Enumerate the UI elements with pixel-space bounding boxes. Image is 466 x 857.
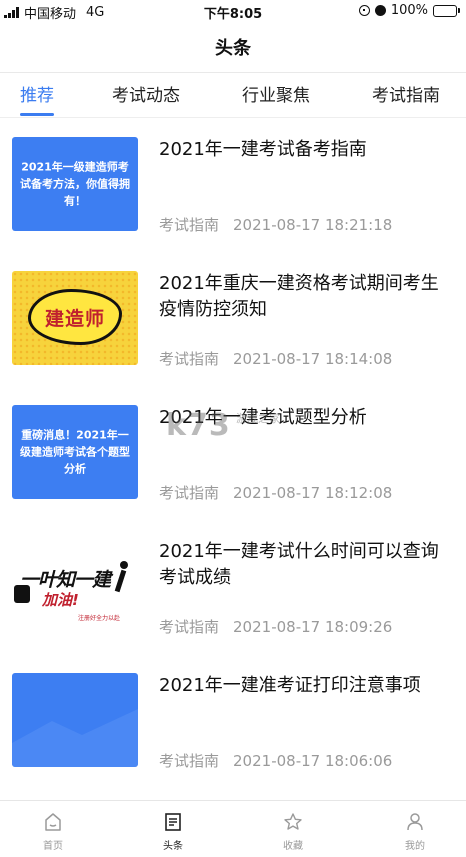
bottom-tab-news[interactable]: 头条 <box>143 811 203 852</box>
article-meta: 考试指南 2021-08-17 18:21:18 <box>159 214 392 235</box>
watermark-subtext: 游戏之家 <box>236 412 280 425</box>
tab-recommend[interactable]: 推荐 <box>20 81 54 106</box>
nav-bar: 头条 <box>0 22 466 72</box>
article-item[interactable]: 2021年一建准考证打印注意事项 考试指南 2021-08-17 18:06:06 <box>0 673 466 807</box>
thumbnail-text: 一叶知一建 <box>20 569 111 591</box>
article-meta: 考试指南 2021-08-17 18:09:26 <box>159 616 392 637</box>
thumbnail-footnote: 注册好全力以赴 <box>78 615 121 622</box>
article-date: 2021-08-17 18:21:18 <box>233 216 393 234</box>
status-right: 100% <box>358 3 460 18</box>
article-thumbnail <box>12 673 138 767</box>
article-item[interactable]: 建造师 2021年重庆一建资格考试期间考生疫情防控须知 考试指南 2021-08-… <box>0 271 466 405</box>
status-bar: 中国移动 4G 下午8:05 100% <box>0 0 466 22</box>
news-icon <box>165 813 181 831</box>
tab-industry-focus[interactable]: 行业聚焦 <box>242 81 310 106</box>
page-title: 头条 <box>215 38 251 59</box>
article-meta: 考试指南 2021-08-17 18:14:08 <box>159 348 392 369</box>
thumbnail-text: 建造师 <box>44 307 105 330</box>
home-icon <box>45 813 61 831</box>
article-date: 2021-08-17 18:06:06 <box>233 752 393 770</box>
user-icon <box>407 813 423 831</box>
article-thumbnail: 一叶知一建 加油! 注册好全力以赴 <box>12 539 138 633</box>
bottom-tab-label: 我的 <box>405 841 425 852</box>
article-thumbnail: 重磅消息！2021年一级建造师考试各个题型分析 <box>12 405 138 499</box>
article-meta: 考试指南 2021-08-17 18:06:06 <box>159 750 392 771</box>
watermark-text: k73 <box>166 408 231 443</box>
thumbnail-text: 2021年一级建造师考试备考方法，你值得拥有！ <box>20 160 130 208</box>
bottom-tab-label: 首页 <box>43 841 63 852</box>
category-tabs: 推荐 考试动态 行业聚焦 考试指南 <box>0 72 466 118</box>
thumbnail-subtext: 加油! <box>42 591 79 609</box>
bottom-tab-label: 头条 <box>163 841 183 852</box>
article-meta: 考试指南 2021-08-17 18:12:08 <box>159 482 392 503</box>
article-date: 2021-08-17 18:14:08 <box>233 350 393 368</box>
article-thumbnail: 2021年一级建造师考试备考方法，你值得拥有！ <box>12 137 138 231</box>
article-title: 2021年重庆一建资格考试期间考生疫情防控须知 <box>159 273 439 320</box>
runner-icon <box>114 561 132 597</box>
article-item[interactable]: 一叶知一建 加油! 注册好全力以赴 2021年一建考试什么时间可以查询考试成绩 … <box>0 539 466 673</box>
article-title: 2021年一建考试备考指南 <box>159 139 367 160</box>
active-tab-indicator <box>20 113 54 116</box>
battery-icon <box>433 4 460 17</box>
thumbnail-pattern <box>12 709 138 767</box>
watermark-logo: k73 游戏之家 <box>166 408 280 443</box>
article-item[interactable]: 2021年一级建造师考试备考方法，你值得拥有！ 2021年一建考试备考指南 考试… <box>0 137 466 271</box>
article-thumbnail: 建造师 <box>12 271 138 365</box>
thumbnail-burst: 建造师 <box>28 289 122 345</box>
bottom-tab-favorites[interactable]: 收藏 <box>263 811 323 852</box>
bottom-tab-profile[interactable]: 我的 <box>385 811 445 852</box>
article-category: 考试指南 <box>159 216 220 234</box>
alarm-icon <box>374 5 386 16</box>
article-date: 2021-08-17 18:09:26 <box>233 618 393 636</box>
bottom-tab-home[interactable]: 首页 <box>23 811 83 852</box>
bottom-tab-label: 收藏 <box>283 841 303 852</box>
fist-icon <box>14 585 30 603</box>
orientation-lock-icon <box>358 5 370 16</box>
star-icon <box>284 813 302 830</box>
battery-percent: 100% <box>390 3 428 18</box>
thumbnail-text: 重磅消息！2021年一级建造师考试各个题型分析 <box>20 428 130 476</box>
tab-exam-guide[interactable]: 考试指南 <box>372 81 440 106</box>
bottom-tab-bar: 首页 头条 收藏 我的 <box>0 800 466 857</box>
article-date: 2021-08-17 18:12:08 <box>233 484 393 502</box>
article-category: 考试指南 <box>159 752 220 770</box>
article-category: 考试指南 <box>159 484 220 502</box>
article-title: 2021年一建准考证打印注意事项 <box>159 675 421 696</box>
article-item[interactable]: 重磅消息！2021年一级建造师考试各个题型分析 2021年一建考试题型分析 考试… <box>0 405 466 539</box>
article-category: 考试指南 <box>159 350 220 368</box>
article-category: 考试指南 <box>159 618 220 636</box>
tab-exam-news[interactable]: 考试动态 <box>112 81 180 106</box>
article-title: 2021年一建考试什么时间可以查询考试成绩 <box>159 541 439 588</box>
